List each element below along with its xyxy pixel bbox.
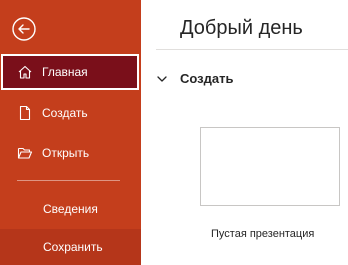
new-document-icon	[17, 105, 33, 121]
blank-presentation-label: Пустая презентация	[211, 228, 315, 240]
home-icon	[17, 64, 33, 80]
sidebar-item-home[interactable]: Главная	[1, 54, 139, 90]
create-section-header[interactable]: Создать	[156, 71, 233, 86]
sidebar-item-new[interactable]: Создать	[0, 95, 141, 131]
sidebar-item-info[interactable]: Сведения	[0, 191, 141, 227]
greeting-title: Добрый день	[180, 17, 303, 39]
sidebar-item-label: Открыть	[42, 146, 90, 160]
sidebar-item-save[interactable]: Сохранить	[0, 229, 141, 265]
sidebar-item-label: Главная	[42, 65, 88, 79]
folder-open-icon	[17, 145, 33, 161]
back-arrow-circle-icon	[12, 17, 36, 41]
sidebar-item-label: Сохранить	[43, 240, 103, 254]
back-button[interactable]	[11, 16, 37, 42]
create-section-label: Создать	[180, 71, 234, 86]
sidebar-item-label: Создать	[42, 106, 88, 120]
chevron-down-icon	[156, 73, 168, 85]
sidebar-item-label: Сведения	[43, 202, 98, 216]
title-divider	[156, 49, 348, 50]
sidebar-divider	[17, 180, 120, 181]
blank-presentation-thumbnail[interactable]	[200, 127, 340, 206]
sidebar-item-open[interactable]: Открыть	[0, 135, 141, 171]
backstage-sidebar: Главная Создать Открыть Сведения Сохрани…	[0, 0, 141, 265]
